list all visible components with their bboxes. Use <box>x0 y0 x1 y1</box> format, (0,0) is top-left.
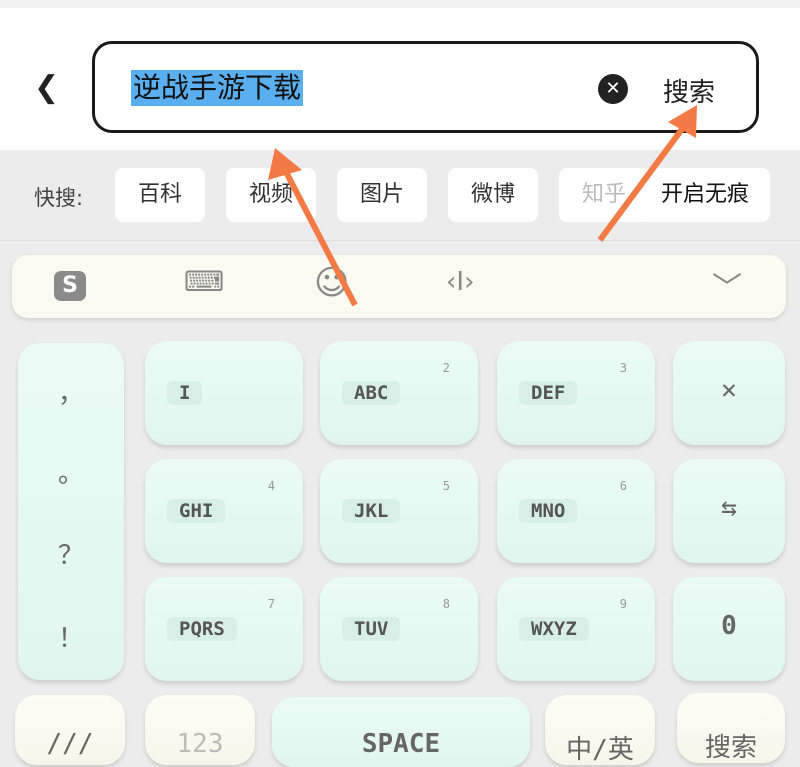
chip-zhihu[interactable]: 知乎 <box>559 168 649 222</box>
key-exclaim[interactable]: ！ <box>18 618 124 655</box>
search-button[interactable]: 搜索 <box>663 72 715 109</box>
back-button[interactable]: ❮ <box>34 70 59 105</box>
number-key[interactable]: 123 <box>145 695 255 765</box>
switch-key[interactable]: ⇆ <box>673 459 785 563</box>
keyboard-search-key[interactable]: 搜索 <box>677 693 785 763</box>
key-number: 2 <box>442 361 450 375</box>
key-pqrs[interactable]: PQRS 7 <box>145 577 303 681</box>
key-number: 7 <box>267 597 275 611</box>
key-number: 4 <box>267 479 275 493</box>
key-label: TUV <box>342 617 401 641</box>
key-label: ABC <box>342 381 401 405</box>
chip-weibo[interactable]: 微博 <box>448 168 538 222</box>
key-label: GHI <box>167 499 226 523</box>
key-number: 5 <box>442 479 450 493</box>
key-zero[interactable]: 0 <box>673 577 785 681</box>
chip-images[interactable]: 图片 <box>337 168 427 222</box>
key-def[interactable]: DEF 3 <box>497 341 655 445</box>
divider <box>0 240 800 241</box>
chevron-down-icon[interactable]: ﹀ <box>712 263 742 307</box>
key-label: DEF <box>519 381 578 405</box>
symbol-key[interactable]: /// <box>15 695 125 765</box>
key-mno[interactable]: MNO 6 <box>497 459 655 563</box>
keyboard-icon[interactable]: ⌨ <box>184 265 224 298</box>
key-tuv[interactable]: TUV 8 <box>320 577 478 681</box>
sogou-logo-icon[interactable]: S <box>54 271 86 301</box>
key-label: JKL <box>342 499 401 523</box>
key-comma[interactable]: ， <box>18 373 124 410</box>
key-jkl[interactable]: JKL 5 <box>320 459 478 563</box>
key-label: WXYZ <box>519 617 589 641</box>
key-number: 9 <box>619 597 627 611</box>
key-label: MNO <box>519 499 578 523</box>
punctuation-column[interactable]: ， 。 ？ ！ <box>18 343 124 680</box>
lang-switch-key[interactable]: 中/英 <box>545 695 655 765</box>
chip-video[interactable]: 视频 <box>226 168 316 222</box>
quick-search-label: 快搜: <box>34 186 84 210</box>
quick-search-bar: 快搜: 百科 视频 图片 微博 知乎 开启无痕 <box>0 168 800 222</box>
chip-baike[interactable]: 百科 <box>115 168 205 222</box>
search-header: ❮ 逆战手游下载 ✕ 搜索 <box>0 0 800 150</box>
key-ghi[interactable]: GHI 4 <box>145 459 303 563</box>
key-abc[interactable]: ABC 2 <box>320 341 478 445</box>
cursor-icon[interactable]: ‹I› <box>446 267 474 297</box>
key-number: 3 <box>619 361 627 375</box>
key-question[interactable]: ？ <box>18 535 124 572</box>
search-input[interactable]: 逆战手游下载 <box>131 70 304 106</box>
key-wxyz[interactable]: WXYZ 9 <box>497 577 655 681</box>
key-period[interactable]: 。 <box>18 453 124 490</box>
keyboard-toolbar: S ⌨ ☺ ‹I› ﹀ <box>12 255 786 318</box>
space-key[interactable]: SPACE <box>272 697 530 767</box>
incognito-button[interactable]: 开启无痕 <box>640 168 770 222</box>
clear-icon[interactable]: ✕ <box>598 74 628 104</box>
emoji-icon[interactable]: ☺ <box>314 263 349 303</box>
key-number: 8 <box>442 597 450 611</box>
delete-key[interactable]: ✕ <box>673 341 785 445</box>
key-number: 6 <box>619 479 627 493</box>
key-i[interactable]: I <box>145 341 303 445</box>
key-label: I <box>167 381 203 405</box>
search-box[interactable]: 逆战手游下载 ✕ 搜索 <box>92 41 759 133</box>
key-label: PQRS <box>167 617 237 641</box>
